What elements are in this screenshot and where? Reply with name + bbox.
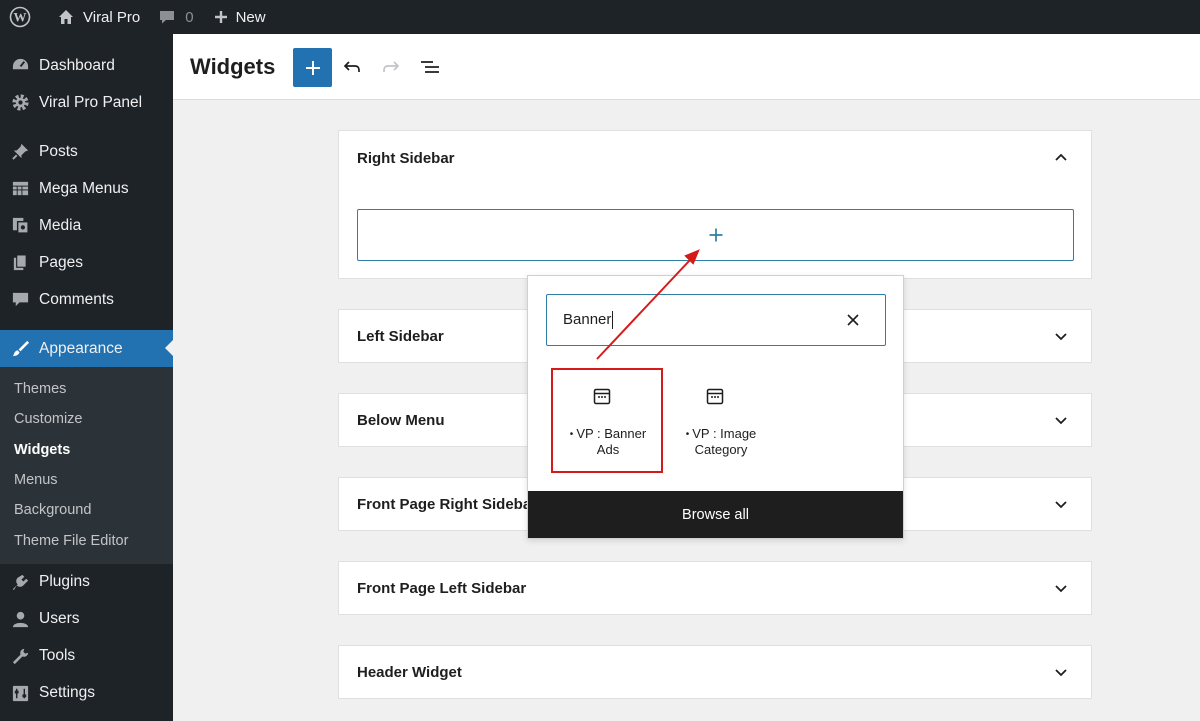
plus-icon [709, 228, 722, 242]
sidebar-item-users[interactable]: Users [0, 601, 173, 638]
comments-link[interactable]: 0 [150, 0, 203, 34]
sidebar-item-dashboard[interactable]: Dashboard [0, 47, 173, 84]
widget-area-header-widget[interactable]: Header Widget [338, 645, 1092, 699]
sidebar-item-label: Users [39, 610, 80, 628]
undo-icon [343, 61, 360, 72]
close-icon[interactable] [845, 312, 861, 328]
widget-area-title: Front Page Right Sidebar [357, 496, 538, 513]
pages-icon [10, 253, 30, 273]
list-view-button[interactable] [410, 47, 450, 87]
text-caret [612, 311, 613, 329]
sidebar-item-label: Mega Menus [39, 179, 129, 197]
pin-icon [10, 142, 30, 162]
submenu-item-background[interactable]: Background [0, 495, 173, 525]
user-icon [10, 609, 30, 629]
svg-text:W: W [14, 10, 27, 25]
widget-area-title[interactable]: Right Sidebar [357, 150, 455, 167]
redo-icon [383, 61, 400, 72]
sidebar-item-tools[interactable]: Tools [0, 638, 173, 675]
dashboard-icon [10, 56, 30, 76]
comment-bubble-icon [160, 11, 175, 24]
search-input-value: Banner [563, 311, 612, 328]
appearance-submenu: Themes Customize Widgets Menus Backgroun… [0, 367, 173, 564]
chevron-down-icon[interactable] [1053, 665, 1069, 681]
submenu-item-customize[interactable]: Customize [0, 404, 173, 434]
sidebar-item-media[interactable]: Media [0, 207, 173, 244]
submenu-item-widgets[interactable]: Widgets [0, 435, 173, 465]
sidebar-item-label: Dashboard [39, 56, 115, 74]
comment-icon [10, 290, 30, 310]
undo-button[interactable] [332, 47, 372, 87]
widget-area-title: Below Menu [357, 412, 445, 429]
sidebar-item-label: Tools [39, 647, 76, 665]
redo-button[interactable] [371, 47, 411, 87]
sidebar-item-settings[interactable]: Settings [0, 675, 173, 712]
wrench-icon [10, 646, 30, 666]
chevron-down-icon[interactable] [1053, 329, 1069, 345]
calendar-icon [706, 388, 724, 405]
block-result-image-category[interactable]: • VP : Image Category [665, 368, 777, 472]
sidebar-item-appearance[interactable]: Appearance [0, 330, 173, 367]
sidebar-item-posts[interactable]: Posts [0, 133, 173, 170]
browse-all-button[interactable]: Browse all [528, 491, 903, 538]
sidebar-item-label: Pages [39, 253, 83, 271]
chevron-down-icon[interactable] [1053, 581, 1069, 597]
media-icon [10, 216, 30, 236]
wordpress-logo-icon: W [9, 6, 31, 28]
chevron-down-icon[interactable] [1053, 413, 1069, 429]
sidebar-item-pages[interactable]: Pages [0, 244, 173, 281]
new-content-link[interactable]: New [204, 0, 276, 34]
site-name-link[interactable]: Viral Pro [41, 0, 150, 34]
block-search-input[interactable]: Banner [546, 294, 886, 346]
table-icon [10, 179, 30, 199]
sidebar-item-plugins[interactable]: Plugins [0, 564, 173, 601]
submenu-item-theme-file-editor[interactable]: Theme File Editor [0, 525, 173, 555]
brush-icon [10, 339, 30, 359]
settings-icon [10, 683, 30, 703]
sidebar-item-viral-pro-panel[interactable]: Viral Pro Panel [0, 84, 173, 121]
gear-icon [10, 93, 30, 113]
sidebar-item-label: Settings [39, 684, 96, 702]
widget-area-title: Front Page Left Sidebar [357, 580, 527, 597]
sidebar-item-label: Plugins [39, 573, 90, 591]
submenu-item-menus[interactable]: Menus [0, 465, 173, 495]
annotation-highlight-box [551, 368, 663, 473]
chevron-up-icon[interactable] [1053, 149, 1069, 165]
widget-area-title: Left Sidebar [357, 328, 444, 345]
editor-header: Widgets [173, 34, 1200, 100]
new-label: New [235, 8, 266, 26]
admin-bar: W Viral Pro 0 New [0, 0, 1200, 34]
plus-icon [214, 11, 227, 23]
sidebar-item-label: Media [39, 216, 82, 234]
page-title: Widgets [190, 54, 276, 79]
sidebar-item-label: Posts [39, 142, 78, 160]
submenu-item-themes[interactable]: Themes [0, 374, 173, 404]
comments-count: 0 [185, 8, 194, 26]
plugin-icon [10, 572, 30, 592]
sidebar-item-mega-menus[interactable]: Mega Menus [0, 170, 173, 207]
add-block-button[interactable] [293, 48, 332, 87]
widget-area-front-page-left-sidebar[interactable]: Front Page Left Sidebar [338, 561, 1092, 615]
sidebar-item-label: Appearance [39, 339, 123, 357]
widget-area-title: Header Widget [357, 664, 462, 681]
list-view-icon [421, 61, 439, 73]
site-name: Viral Pro [83, 8, 141, 26]
sidebar-item-label: Comments [39, 290, 114, 308]
chevron-down-icon[interactable] [1053, 497, 1069, 513]
widget-area-right-sidebar: Right Sidebar [338, 130, 1092, 279]
block-appender-button[interactable] [357, 209, 1074, 261]
admin-sidebar: Dashboard Viral Pro Panel Posts Mega Men… [0, 34, 173, 721]
home-icon [59, 10, 73, 24]
plus-icon [305, 60, 320, 75]
block-result-label: • VP : Image Category [685, 426, 757, 457]
wordpress-logo-button[interactable]: W [0, 0, 41, 34]
sidebar-item-comments[interactable]: Comments [0, 281, 173, 318]
sidebar-item-label: Viral Pro Panel [39, 93, 143, 111]
